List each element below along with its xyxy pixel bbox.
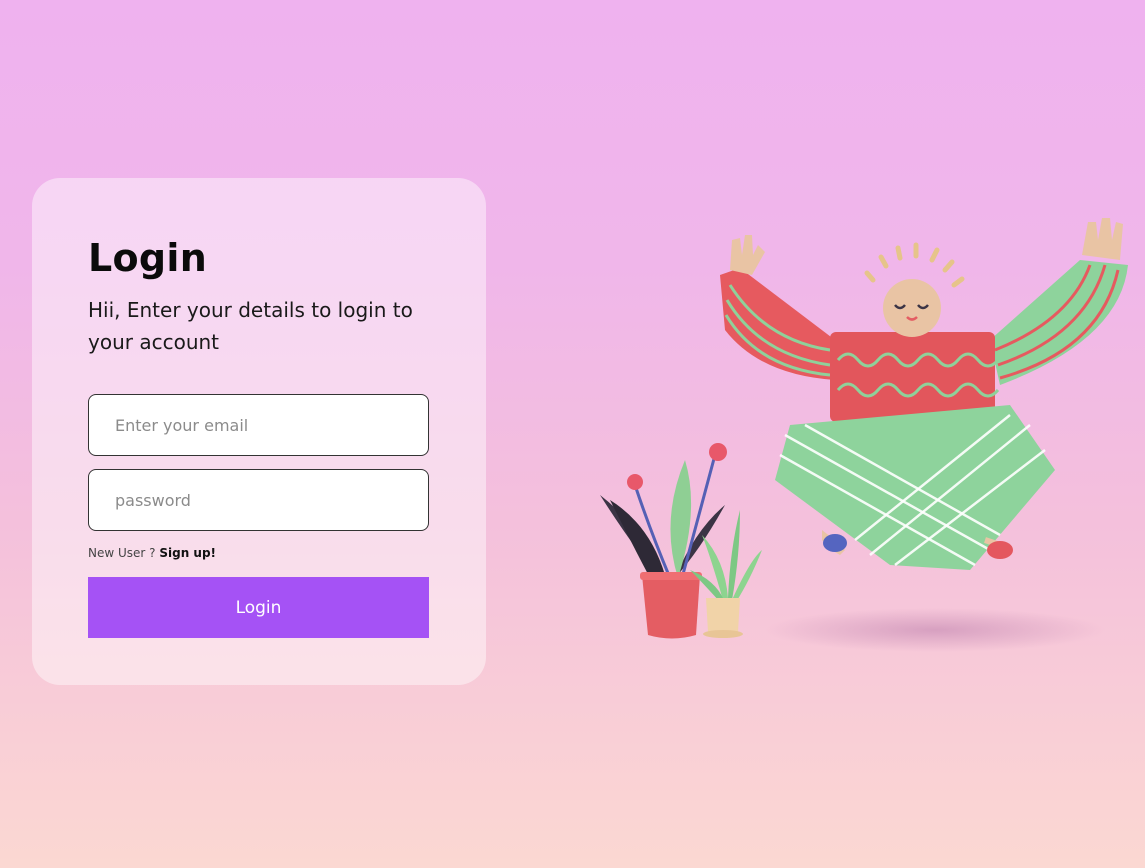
email-input[interactable] (88, 394, 429, 456)
character-shadow (765, 608, 1105, 652)
password-input[interactable] (88, 469, 429, 531)
login-card: Login Hii, Enter your details to login t… (32, 178, 486, 685)
login-subtitle: Hii, Enter your details to login to your… (88, 298, 413, 354)
character-icon (720, 218, 1128, 570)
signup-prompt-text: New User ? (88, 546, 160, 560)
login-button[interactable]: Login (88, 577, 429, 638)
potted-plants-icon (600, 443, 762, 639)
signup-prompt: New User ? Sign up! (88, 546, 216, 560)
login-title: Login (88, 236, 208, 280)
signup-link[interactable]: Sign up! (159, 546, 216, 560)
meditating-character-illustration (600, 218, 1128, 652)
